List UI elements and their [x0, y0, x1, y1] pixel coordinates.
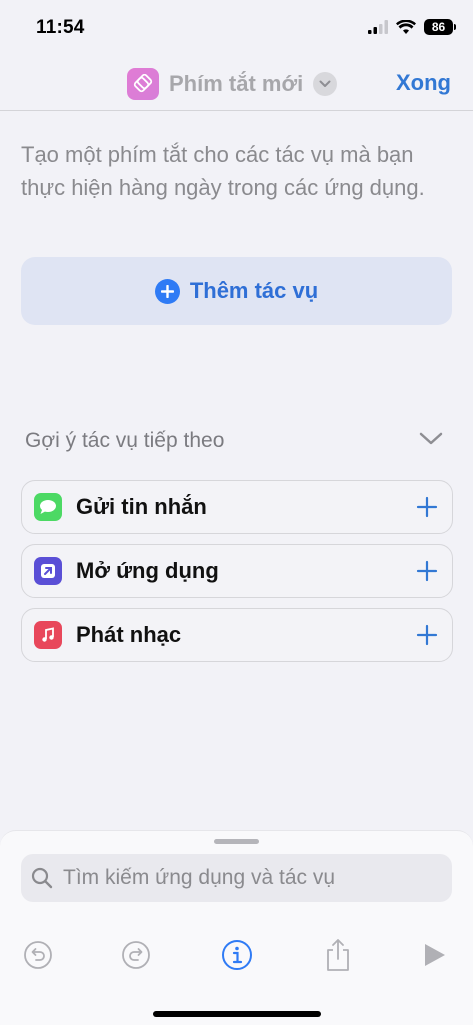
search-bar[interactable] — [21, 854, 452, 902]
chevron-down-icon[interactable] — [313, 72, 338, 96]
info-button[interactable] — [221, 939, 253, 971]
suggestion-label: Gửi tin nhắn — [76, 494, 207, 519]
info-icon — [222, 940, 252, 970]
search-icon — [31, 867, 53, 889]
add-icon[interactable] — [415, 559, 439, 583]
status-bar: 11:54 86 — [0, 0, 473, 58]
status-time: 11:54 — [36, 17, 85, 38]
battery-indicator: 86 — [424, 19, 456, 35]
action-search-sheet — [0, 830, 473, 1025]
play-icon — [425, 944, 445, 966]
done-button[interactable]: Xong — [396, 70, 451, 96]
suggestion-play-music[interactable]: Phát nhạc — [21, 608, 453, 662]
share-icon — [327, 939, 349, 971]
add-icon[interactable] — [415, 495, 439, 519]
undo-icon — [24, 941, 52, 969]
shortcut-description: Tạo một phím tắt cho các tác vụ mà bạn t… — [21, 142, 425, 200]
suggestion-open-app[interactable]: Mở ứng dụng — [21, 544, 453, 598]
chevron-down-icon[interactable] — [419, 432, 443, 446]
status-icons: 86 — [368, 19, 456, 35]
search-input[interactable] — [61, 865, 435, 891]
home-indicator — [153, 1011, 321, 1017]
undo-button[interactable] — [22, 939, 54, 971]
messages-icon — [34, 493, 62, 521]
plus-circle-icon — [154, 278, 180, 304]
add-action-label: Thêm tác vụ — [189, 278, 319, 303]
open-app-icon — [34, 557, 62, 585]
music-icon — [34, 621, 62, 649]
editor-toolbar — [0, 929, 473, 979]
navigation-bar: Phím tắt mới Xong — [0, 58, 473, 111]
redo-icon — [122, 941, 150, 969]
sheet-grabber[interactable] — [214, 839, 259, 844]
wifi-icon — [396, 19, 416, 34]
add-icon[interactable] — [415, 623, 439, 647]
suggestions-header: Gợi ý tác vụ tiếp theo — [25, 429, 225, 452]
suggestion-label: Phát nhạc — [76, 622, 182, 647]
suggestion-label: Mở ứng dụng — [76, 558, 219, 583]
page-title: Phím tắt mới — [169, 71, 304, 96]
shortcuts-app-icon — [127, 68, 159, 100]
share-button[interactable] — [322, 939, 354, 971]
shortcut-title-menu[interactable]: Phím tắt mới — [127, 68, 338, 100]
add-action-button[interactable]: Thêm tác vụ — [21, 257, 452, 325]
cellular-signal-icon — [368, 20, 388, 34]
run-button[interactable] — [418, 939, 450, 971]
redo-button[interactable] — [120, 939, 152, 971]
suggestion-send-message[interactable]: Gửi tin nhắn — [21, 480, 453, 534]
